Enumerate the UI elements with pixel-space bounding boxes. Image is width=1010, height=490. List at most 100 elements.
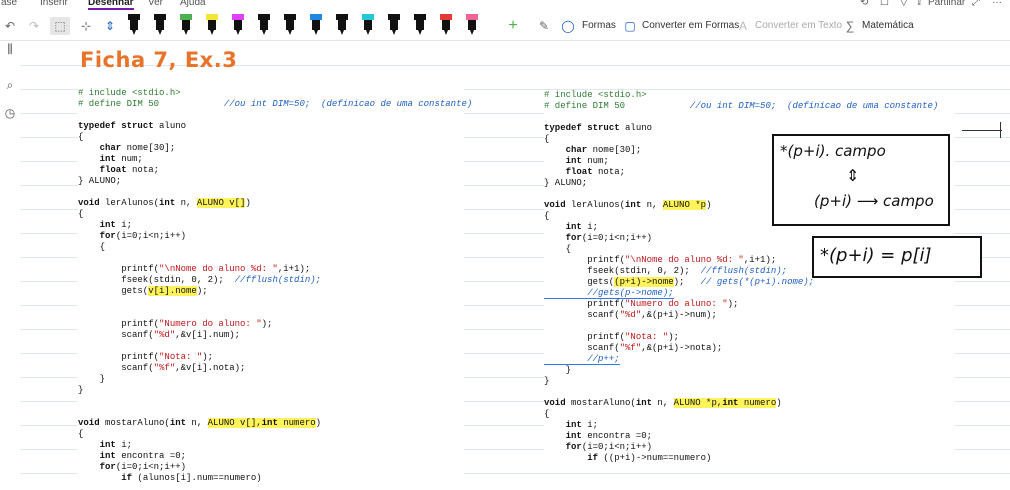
pen-body [416,20,424,30]
code-right-line: scanf("%d",&(p+i)->num); [544,310,717,320]
pen-body [260,20,268,30]
code-right-line: # define DIM 50 //ou int DIM=50; (defini… [544,101,939,111]
tab-desenhar[interactable]: Desenhar [88,0,134,10]
search-icon[interactable]: ⌕ [3,78,17,92]
code-right-line: gets((p+i)->nome); // gets(*(p+i).nome); [544,277,815,287]
code-right-line: } [544,365,572,375]
share-label[interactable]: Partilhar [928,0,965,8]
pen-8[interactable] [336,14,348,36]
undo-icon[interactable]: ↶ [2,17,18,35]
code-left-line: int i; [99,440,133,450]
pen-body [286,20,294,30]
left-rail: ⫼ ⌕ ◷ [0,40,20,490]
pen-body [130,20,138,30]
pen-body [468,20,476,30]
code-right-line: # include <stdio.h> [544,90,647,100]
pen-1[interactable] [154,14,166,36]
code-left-line [78,297,464,308]
code-left-line: void mostarAluno(int n, ALUNO v[],int nu… [78,418,322,428]
convert-shapes-button[interactable]: Converter em Formas [642,20,739,31]
shapes-button[interactable]: Formas [582,20,616,31]
share-icon[interactable]: ⇪ [915,0,923,8]
tab-inserir[interactable]: Inserir [40,0,68,8]
convert-shapes-icon[interactable]: ▢ [622,17,638,35]
more-options[interactable]: ··· [992,0,1002,8]
pen-tip [132,30,136,35]
pen-6[interactable] [284,14,296,36]
code-left-line: typedef struct aluno [78,121,187,131]
lasso-select-icon[interactable]: ⬚ [50,17,70,35]
add-pen-button[interactable]: + [506,17,520,35]
pen-9[interactable] [362,14,374,36]
ink-stroke [962,130,1002,131]
bell-icon[interactable]: ▽ [900,0,908,8]
pen-body [312,20,320,30]
convert-text-icon[interactable]: A [735,17,751,35]
replay-icon[interactable]: ⟲ [860,0,868,8]
ruler-icon[interactable]: ✎ [536,17,552,35]
pen-11[interactable] [414,14,426,36]
code-right-line: } [544,376,550,386]
code-right-line [544,321,954,332]
math-button[interactable]: Matemática [862,20,914,31]
math-icon[interactable]: ∑ [842,17,858,35]
pen-5[interactable] [258,14,270,36]
expand-icon[interactable]: ⤢ [972,0,980,8]
pen-body [208,20,216,30]
tab-ajuda[interactable]: Ajuda [180,0,206,8]
code-right-line: typedef struct aluno [544,123,653,133]
code-left-line [78,187,464,198]
pen-10[interactable] [388,14,400,36]
pen-tip [340,30,344,35]
code-left-line: # define DIM 50 //ou int DIM=50; (defini… [78,99,473,109]
code-right-line: if ((p+i)->num==numero) [587,453,712,463]
pen-0[interactable] [128,14,140,36]
code-right-line: void mostarAluno(int n, ALUNO *p,int num… [544,398,782,408]
lightbulb-icon[interactable]: ☐ [880,0,889,8]
pen-7[interactable] [310,14,322,36]
note-line-1: *(p+i). campo [780,142,886,160]
recent-icon[interactable]: ◷ [3,106,17,120]
code-left-line [78,407,464,418]
code-left-line: { [78,429,84,439]
code-left-line: { [78,209,84,219]
code-left-line: char nome[30]; [99,143,176,153]
pen-tip [444,30,448,35]
code-left-line: { [78,132,84,142]
pen-13[interactable] [466,14,478,36]
pen-tip [210,30,214,35]
code-right-line [544,112,954,123]
pen-12[interactable] [440,14,452,36]
eraser-icon[interactable]: ⇕ [102,17,118,35]
pen-body [234,20,242,30]
tab-ver[interactable]: Ver [148,0,163,8]
pen-3[interactable] [206,14,218,36]
pen-tip [184,30,188,35]
insert-space-icon[interactable]: ⊹ [78,17,94,35]
code-left-line: scanf("%f",&v[i].nota); [78,363,246,373]
code-left-line: void lerAlunos(int n, ALUNO v[]) [78,198,251,208]
code-left-line: int encontra =0; [99,451,187,461]
pen-2[interactable] [180,14,192,36]
notebooks-icon[interactable]: ⫼ [3,42,17,56]
handwritten-note-array-equivalence: *(p+i) = p[i] [812,236,982,278]
code-right-line: scanf("%f",&(p+i)->nota); [544,343,723,353]
pen-tip [314,30,318,35]
redo-icon[interactable]: ↷ [26,17,42,35]
code-left-line: for(i=0;i<n;i++) [99,462,187,472]
note-text: *(p+i) = p[i] [820,245,932,266]
code-right-line: printf("Nota: "); [544,332,680,342]
pen-tip [418,30,422,35]
note-page[interactable]: Ficha 7, Ex.3 # include <stdio.h> # defin… [20,40,1010,490]
code-right-line: { [544,409,550,419]
pen-4[interactable] [232,14,244,36]
pen-tip [158,30,162,35]
code-left-line [78,308,464,319]
pen-tip [392,30,396,35]
tab-base[interactable]: ase [1,0,17,8]
code-left-line [78,396,464,407]
convert-text-button[interactable]: Converter em Texto [755,20,842,31]
pen-body [182,20,190,30]
shapes-icon[interactable]: ◯ [560,17,576,35]
note-equivalence-arrow: ⇕ [846,166,860,185]
